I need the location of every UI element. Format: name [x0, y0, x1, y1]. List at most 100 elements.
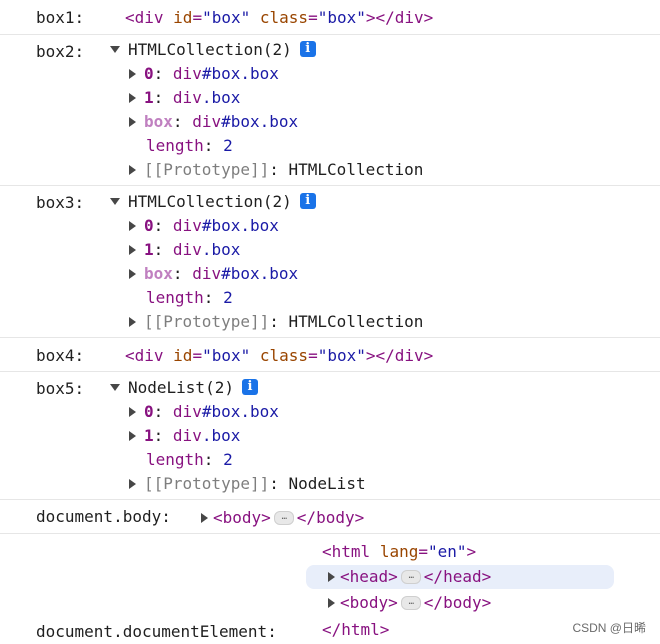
item-key: 0	[144, 402, 154, 421]
item-key: 0	[144, 64, 154, 83]
attr-eq: =	[418, 542, 428, 561]
ellipsis-icon[interactable]: …	[400, 595, 421, 610]
body-element-line[interactable]: <body>… </body>	[328, 591, 491, 615]
collection-item[interactable]: 0: div#box.box	[129, 62, 279, 86]
element-preview[interactable]: <body>… </body>	[201, 506, 364, 530]
collection-item[interactable]: box: div#box.box	[129, 110, 298, 134]
length-property: length: 2	[146, 448, 233, 472]
expand-triangle-icon[interactable]	[110, 384, 120, 391]
item-sep: :	[172, 112, 183, 131]
collection-item[interactable]: 0: div#box.box	[129, 214, 279, 238]
prototype-sep: :	[269, 160, 279, 179]
item-tag: div	[172, 88, 202, 107]
tag-open: <head>	[340, 567, 398, 586]
tag-open: <body>	[340, 593, 398, 612]
prototype-value: HTMLCollection	[288, 312, 424, 331]
element-preview[interactable]: <div id="box" class="box"></div>	[125, 6, 433, 30]
collapsed-triangle-icon[interactable]	[328, 597, 335, 608]
item-tag: div	[172, 402, 202, 421]
collection-title: HTMLCollection(2)	[128, 40, 292, 59]
console-row-box4: box4: <div id="box" class="box"></div>	[0, 338, 660, 372]
collection-title: HTMLCollection(2)	[128, 192, 292, 211]
item-tag: div	[172, 240, 202, 259]
tag-open: <html	[322, 542, 371, 561]
attr-eq: =	[308, 8, 318, 27]
collapsed-triangle-icon[interactable]	[129, 268, 136, 279]
prototype-property[interactable]: [[Prototype]]: HTMLCollection	[129, 310, 423, 334]
html-close-line: </html>	[322, 618, 389, 642]
attr-eq: =	[308, 346, 318, 365]
collection-title: NodeList(2)	[128, 378, 234, 397]
length-value: 2	[223, 136, 233, 155]
attr-name: id	[173, 346, 193, 365]
length-key: length	[146, 288, 204, 307]
item-sep: :	[172, 264, 183, 283]
item-tag: div	[172, 426, 202, 445]
prototype-sep: :	[269, 312, 279, 331]
tag-close: </body>	[423, 593, 492, 612]
attr-eq: =	[192, 346, 203, 365]
tag-open: <div	[125, 8, 164, 27]
tag-open: <body>	[213, 508, 271, 527]
item-key: box	[144, 264, 173, 283]
prototype-key: [[Prototype]]	[144, 160, 270, 179]
item-sep: :	[153, 426, 164, 445]
collapsed-triangle-icon[interactable]	[129, 92, 136, 103]
expand-triangle-icon[interactable]	[110, 46, 120, 53]
item-selector: #box.box	[201, 216, 279, 235]
length-value: 2	[223, 288, 233, 307]
collapsed-triangle-icon[interactable]	[328, 571, 335, 582]
collapsed-triangle-icon[interactable]	[129, 316, 136, 327]
collapsed-triangle-icon[interactable]	[129, 164, 136, 175]
collapsed-triangle-icon[interactable]	[129, 244, 136, 255]
html-open-line[interactable]: <html lang="en">	[322, 540, 476, 564]
attr-name: class	[259, 346, 309, 365]
item-selector: #box.box	[221, 112, 299, 131]
item-sep: :	[153, 64, 164, 83]
console-row-document-body: document.body: <body>… </body>	[0, 500, 660, 534]
log-label: box4:	[36, 346, 85, 365]
collapsed-triangle-icon[interactable]	[129, 430, 136, 441]
element-preview[interactable]: <div id="box" class="box"></div>	[125, 344, 433, 368]
console-row-box2: box2: HTMLCollection(2) i 0: div#box.box …	[0, 35, 660, 186]
attr-name: class	[259, 8, 309, 27]
collection-item[interactable]: 1: div.box	[129, 424, 240, 448]
head-element-line[interactable]: <head>… </head>	[328, 565, 491, 589]
item-tag: div	[172, 64, 202, 83]
collection-header[interactable]: HTMLCollection(2) i	[110, 190, 316, 214]
collection-item[interactable]: 1: div.box	[129, 238, 240, 262]
collection-header[interactable]: NodeList(2) i	[110, 376, 258, 400]
length-value: 2	[223, 450, 233, 469]
console-row-box3: box3: HTMLCollection(2) i 0: div#box.box …	[0, 186, 660, 338]
collection-header[interactable]: HTMLCollection(2) i	[110, 38, 316, 62]
collection-item[interactable]: 1: div.box	[129, 86, 240, 110]
collapsed-triangle-icon[interactable]	[129, 116, 136, 127]
item-selector: #box.box	[201, 402, 279, 421]
item-key: 1	[144, 88, 154, 107]
collection-item[interactable]: 0: div#box.box	[129, 400, 279, 424]
item-key: 0	[144, 216, 154, 235]
expand-triangle-icon[interactable]	[110, 198, 120, 205]
prototype-value: NodeList	[288, 474, 366, 493]
info-icon[interactable]: i	[241, 378, 258, 395]
attr-name: id	[173, 8, 193, 27]
watermark: CSDN @日晞	[572, 621, 646, 635]
attr-value: "en"	[427, 542, 467, 561]
collapsed-triangle-icon[interactable]	[201, 512, 208, 523]
ellipsis-icon[interactable]: …	[400, 569, 421, 584]
prototype-property[interactable]: [[Prototype]]: HTMLCollection	[129, 158, 423, 182]
collapsed-triangle-icon[interactable]	[129, 220, 136, 231]
item-key: 1	[144, 240, 154, 259]
length-sep: :	[203, 136, 214, 155]
info-icon[interactable]: i	[299, 192, 316, 209]
info-icon[interactable]: i	[299, 40, 316, 57]
prototype-property[interactable]: [[Prototype]]: NodeList	[129, 472, 366, 496]
collapsed-triangle-icon[interactable]	[129, 68, 136, 79]
tag-close: ></div>	[365, 346, 434, 365]
item-sep: :	[153, 216, 164, 235]
collapsed-triangle-icon[interactable]	[129, 478, 136, 489]
collection-item[interactable]: box: div#box.box	[129, 262, 298, 286]
item-selector: .box	[201, 426, 241, 445]
ellipsis-icon[interactable]: …	[273, 510, 294, 525]
collapsed-triangle-icon[interactable]	[129, 406, 136, 417]
